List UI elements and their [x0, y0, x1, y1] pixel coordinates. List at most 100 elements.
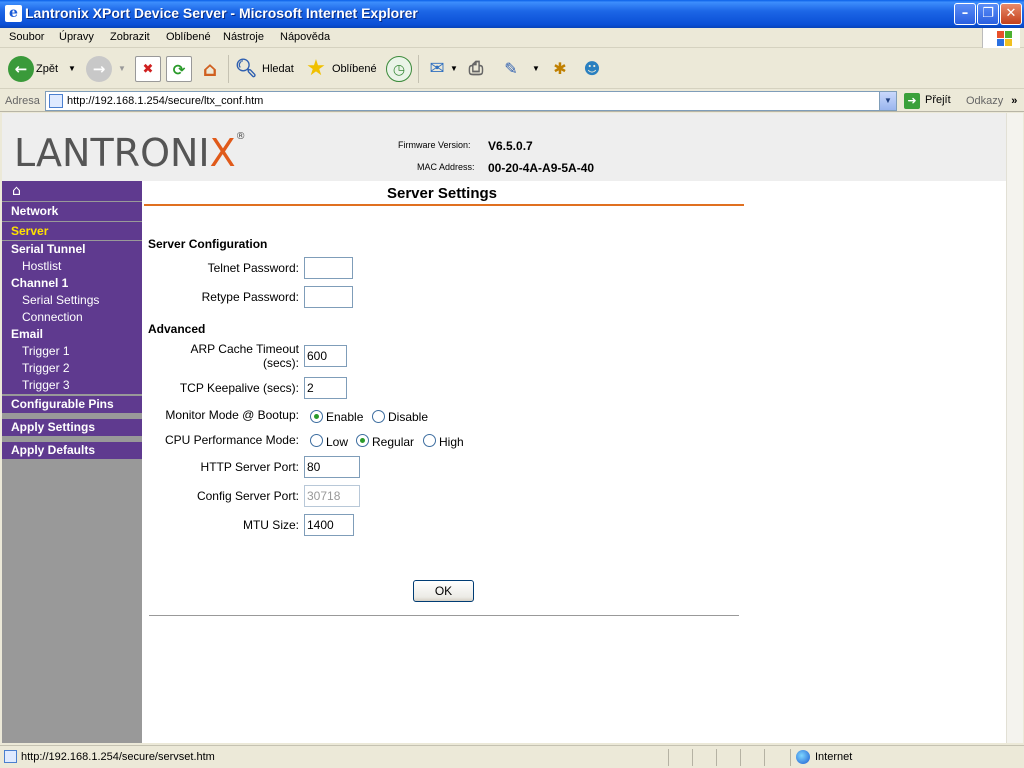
menu-tools[interactable]: Nástroje — [223, 31, 264, 43]
section-advanced: Advanced — [148, 322, 206, 336]
title-underline — [144, 204, 744, 206]
mac-label: MAC Address: — [417, 162, 475, 172]
window-title: Lantronix XPort Device Server - Microsof… — [25, 5, 418, 21]
print-button[interactable]: ⎙ — [463, 56, 489, 82]
back-dropdown-icon[interactable]: ▼ — [68, 64, 76, 73]
sidebar-item-network[interactable]: Network — [2, 202, 142, 221]
sidebar-item-server[interactable]: Server — [2, 222, 142, 240]
status-separator — [692, 749, 693, 766]
search-icon: 🔍︎ — [234, 58, 258, 79]
edit-dropdown-icon[interactable]: ▼ — [532, 64, 540, 73]
maximize-button[interactable]: ❐ — [977, 3, 999, 25]
sidebar-item-apply-settings[interactable]: Apply Settings — [2, 419, 142, 436]
discuss-button[interactable]: ✱ — [547, 56, 573, 82]
status-separator — [668, 749, 669, 766]
cpu-mode-low-label: Low — [326, 435, 349, 449]
sidebar-item-connection[interactable]: Connection — [2, 309, 142, 326]
toolbar: ← Zpět ▼ → ▼ ✖ ⟳ ⌂ 🔍︎ Hledat ★ Oblíbené … — [0, 49, 1024, 89]
status-separator — [790, 749, 791, 766]
stop-button[interactable]: ✖ — [135, 56, 161, 82]
cpu-mode-high-radio[interactable] — [423, 434, 436, 447]
sidebar-item-configurable-pins[interactable]: Configurable Pins — [2, 396, 142, 413]
sidebar-item-trigger-1[interactable]: Trigger 1 — [2, 343, 142, 360]
bottom-divider — [149, 615, 739, 616]
config-server-port-label: Config Server Port: — [196, 489, 299, 503]
status-separator — [740, 749, 741, 766]
arp-cache-timeout-label: ARP Cache Timeout (secs): — [142, 342, 300, 370]
globe-icon — [796, 750, 810, 764]
lantronix-logo: LANTRONIX® — [14, 131, 246, 175]
monitor-mode-disable-label: Disable — [388, 410, 429, 424]
cpu-mode-low-radio[interactable] — [310, 434, 323, 447]
arp-cache-timeout-input[interactable] — [304, 345, 347, 367]
page-icon — [4, 750, 17, 763]
forward-dropdown-icon[interactable]: ▼ — [118, 64, 126, 73]
messenger-button[interactable]: ☻ — [579, 56, 605, 82]
address-dropdown-icon[interactable]: ▼ — [879, 92, 896, 110]
refresh-button[interactable]: ⟳ — [166, 56, 192, 82]
menu-view[interactable]: Zobrazit — [110, 31, 150, 43]
links-toolbar[interactable]: Odkazy » — [966, 95, 1017, 107]
web-content: LANTRONIX® Firmware Version: V6.5.0.7 MA… — [2, 113, 1006, 743]
ie-icon: e — [5, 5, 22, 22]
address-url: http://192.168.1.254/secure/ltx_conf.htm — [67, 95, 264, 107]
status-separator — [716, 749, 717, 766]
ok-button[interactable]: OK — [413, 580, 474, 602]
links-label: Odkazy — [966, 95, 1004, 107]
window-titlebar: e Lantronix XPort Device Server - Micros… — [0, 0, 1024, 28]
arp-label-line-1: ARP Cache Timeout — [190, 342, 300, 356]
close-button[interactable]: ✕ — [1000, 3, 1022, 25]
go-label: Přejít — [925, 94, 951, 106]
sidebar-item-email[interactable]: Email — [2, 326, 142, 343]
home-icon[interactable]: ⌂ — [2, 181, 142, 201]
menu-bar: Soubor Úpravy Zobrazit Oblíbené Nástroje… — [0, 28, 1024, 48]
sidebar: ⌂ Network Server Serial Tunnel Hostlist … — [2, 181, 142, 743]
history-button[interactable]: ◷ — [386, 56, 412, 82]
go-arrow-icon: ➜ — [904, 93, 920, 109]
sidebar-item-serial-settings[interactable]: Serial Settings — [2, 292, 142, 309]
sidebar-item-hostlist[interactable]: Hostlist — [2, 258, 142, 275]
go-button[interactable]: ➜ Přejít — [902, 92, 960, 110]
sidebar-item-trigger-3[interactable]: Trigger 3 — [2, 377, 142, 394]
retype-password-input[interactable] — [304, 286, 353, 308]
sidebar-item-serial-tunnel[interactable]: Serial Tunnel — [2, 241, 142, 258]
minimize-button[interactable]: – — [954, 3, 976, 25]
menu-favorites[interactable]: Oblíbené — [166, 31, 211, 43]
address-input[interactable]: http://192.168.1.254/secure/ltx_conf.htm… — [45, 91, 897, 111]
chevron-right-icon[interactable]: » — [1011, 95, 1017, 107]
back-label: Zpět — [36, 63, 59, 75]
section-server-configuration: Server Configuration — [148, 237, 268, 251]
mtu-size-label: MTU Size: — [242, 518, 299, 532]
telnet-password-input[interactable] — [304, 257, 353, 279]
address-bar: Adresa http://192.168.1.254/secure/ltx_c… — [0, 90, 1024, 112]
edit-button[interactable]: ✎ — [498, 56, 524, 82]
http-server-port-input[interactable] — [304, 456, 360, 478]
firmware-label: Firmware Version: — [398, 140, 471, 150]
cpu-mode-regular-radio[interactable] — [356, 434, 369, 447]
mail-button[interactable]: ✉ — [424, 56, 450, 82]
mtu-size-input[interactable] — [304, 514, 354, 536]
windows-logo-icon — [982, 28, 1020, 48]
menu-help[interactable]: Nápověda — [280, 31, 330, 43]
mac-value: 00-20-4A-A9-5A-40 — [488, 161, 595, 175]
forward-button[interactable]: → — [86, 56, 112, 82]
search-label: Hledat — [262, 63, 294, 75]
vertical-scrollbar[interactable] — [1006, 113, 1023, 743]
sidebar-item-trigger-2[interactable]: Trigger 2 — [2, 360, 142, 377]
address-label: Adresa — [5, 95, 40, 107]
retype-password-label: Retype Password: — [201, 290, 299, 304]
tcp-keepalive-input[interactable] — [304, 377, 347, 399]
menu-edit[interactable]: Úpravy — [59, 31, 94, 43]
menu-file[interactable]: Soubor — [9, 31, 44, 43]
monitor-mode-enable-radio[interactable] — [310, 410, 323, 423]
monitor-mode-enable-label: Enable — [326, 410, 364, 424]
mail-dropdown-icon[interactable]: ▼ — [450, 64, 458, 73]
monitor-mode-disable-radio[interactable] — [372, 410, 385, 423]
sidebar-item-channel-1[interactable]: Channel 1 — [2, 275, 142, 292]
sidebar-item-apply-defaults[interactable]: Apply Defaults — [2, 442, 142, 459]
cpu-mode-high-label: High — [439, 435, 464, 449]
back-arrow-icon: ← — [8, 56, 34, 82]
arp-label-line-2: (secs): — [263, 356, 299, 370]
status-bar: http://192.168.1.254/secure/servset.htm … — [0, 745, 1024, 768]
home-button[interactable]: ⌂ — [197, 56, 223, 82]
